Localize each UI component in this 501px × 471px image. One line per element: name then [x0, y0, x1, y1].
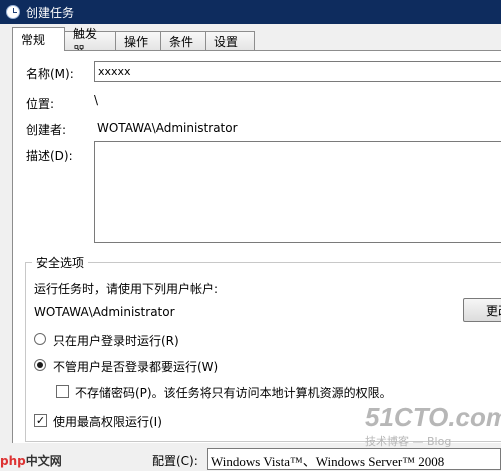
checkbox-highest-privileges[interactable]: ✓ [34, 414, 47, 427]
description-label: 描述(D): [26, 149, 73, 163]
radio-run-only-logged-on[interactable] [34, 333, 46, 345]
tab-settings[interactable]: 设置 [205, 31, 255, 51]
radio-run-whether-logged-on-label[interactable]: 不管用户是否登录都要运行(W) [53, 358, 218, 375]
window-title: 创建任务 [26, 5, 75, 20]
task-clock-icon [6, 5, 20, 19]
php-logo: php中文网 [0, 452, 62, 469]
tab-strip: 常规 触发器 操作 条件 设置 [12, 27, 255, 58]
tab-triggers[interactable]: 触发器 [64, 27, 116, 58]
radio-run-whether-logged-on[interactable] [34, 359, 46, 371]
tab-conditions[interactable]: 条件 [160, 31, 206, 51]
tab-general[interactable]: 常规 [12, 27, 65, 51]
name-label: 名称(M): [26, 67, 74, 81]
checkbox-highest-privileges-label[interactable]: 使用最高权限运行(I) [53, 413, 162, 430]
change-user-button[interactable]: 更改 [463, 298, 501, 322]
user-account-value: WOTAWA\Administrator [34, 305, 175, 319]
author-label: 创建者: [26, 123, 67, 137]
radio-run-only-logged-on-label[interactable]: 只在用户登录时运行(R) [53, 332, 179, 349]
config-label: 配置(C): [152, 454, 198, 468]
title-bar: 创建任务 [0, 0, 501, 24]
location-label: 位置: [26, 97, 55, 111]
description-textarea[interactable] [94, 141, 501, 243]
site-watermark-sub: 技术博客 — Blog [365, 435, 452, 448]
php-logo-dark: 中文网 [25, 454, 62, 468]
site-watermark: 51CTO.com [365, 402, 501, 432]
checkbox-do-not-store-password-label[interactable]: 不存储密码(P)。该任务将只有访问本地计算机资源的权限。 [75, 384, 392, 401]
author-value: WOTAWA\Administrator [97, 121, 238, 135]
security-options-legend: 安全选项 [32, 254, 89, 271]
config-select[interactable]: Windows Vista™、Windows Server™ 2008 [207, 448, 501, 470]
location-value: \ [94, 93, 99, 107]
php-logo-red: php [0, 454, 26, 468]
name-input[interactable] [94, 61, 501, 82]
checkbox-do-not-store-password[interactable] [56, 385, 69, 398]
tab-actions[interactable]: 操作 [115, 31, 161, 51]
run-as-prompt: 运行任务时，请使用下列用户帐户: [34, 282, 219, 296]
